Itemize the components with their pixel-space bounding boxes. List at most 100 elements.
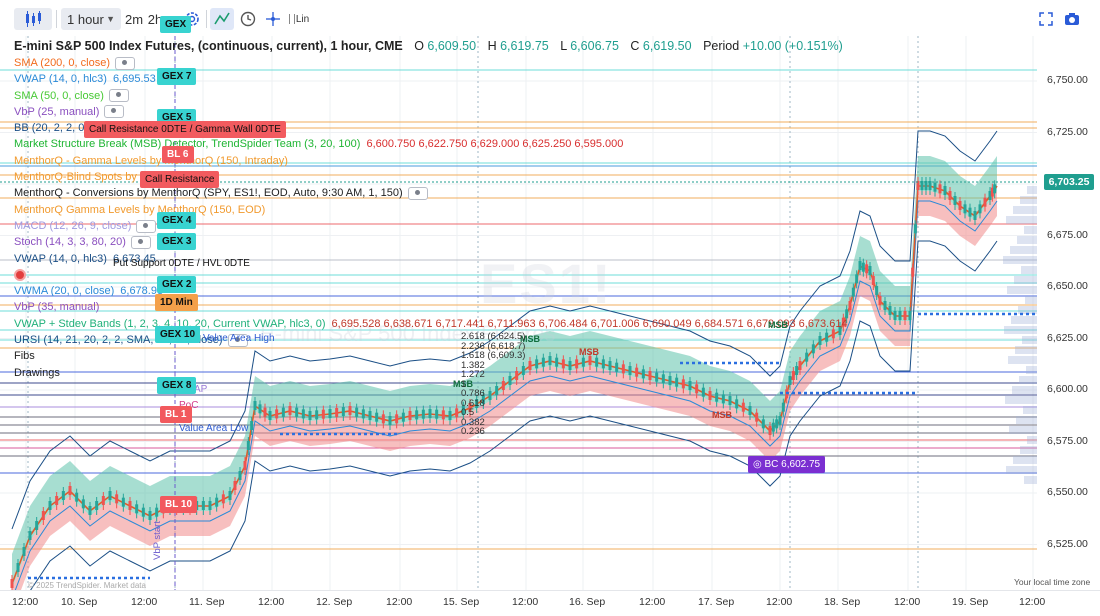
- visibility-eye-icon[interactable]: [104, 105, 125, 119]
- scale-lin-button[interactable]: Lin: [288, 8, 310, 30]
- candle-body: [888, 306, 892, 315]
- candle-body: [755, 412, 759, 422]
- volume-profile-bar: [1021, 266, 1037, 274]
- visibility-eye-icon[interactable]: [115, 56, 135, 70]
- candle-body: [208, 501, 212, 510]
- price-tick: 6,525.00: [1047, 537, 1088, 550]
- indicator-row[interactable]: VbP (25, manual): [14, 104, 848, 120]
- volume-profile-bar: [1027, 186, 1037, 194]
- candle-body: [963, 204, 967, 214]
- time-axis[interactable]: 12:00 10. Sep 12:00 11. Sep 12:00 12. Sep 12:0…: [0, 590, 1100, 616]
- candle-body: [421, 409, 425, 419]
- indicator-row[interactable]: SMA (50, 0, close): [14, 88, 848, 104]
- indicator-row[interactable]: VWAP (14, 0, hlc3) 6,695.53: [14, 71, 848, 87]
- candle-body: [81, 499, 85, 509]
- record-icon: [14, 268, 26, 281]
- timezone-label[interactable]: Your local time zone: [1014, 577, 1090, 587]
- indicator-row[interactable]: Market Structure Break (MSB) Detector, T…: [14, 136, 848, 152]
- candle-body: [321, 409, 325, 419]
- candle-body: [865, 264, 869, 274]
- candle-body: [875, 286, 879, 295]
- indicator-row[interactable]: SMA (200, 0, close): [14, 55, 848, 71]
- tag-gex-3[interactable]: GEX 3: [157, 233, 197, 250]
- tag-gex-4[interactable]: GEX 4: [157, 212, 197, 229]
- time-tick: 16. Sep: [569, 596, 606, 608]
- high-value: 6,619.75: [500, 39, 549, 53]
- tag-1d-min[interactable]: 1D Min: [155, 294, 198, 311]
- fullscreen-icon: [1039, 12, 1053, 26]
- indicator-name: MACD (12, 26, 9, close): [14, 219, 132, 232]
- indicator-row[interactable]: MACD (12, 26, 9, close): [14, 218, 848, 234]
- volume-profile-bar: [1026, 366, 1037, 374]
- volume-profile-bar: [1017, 236, 1037, 244]
- tag-gex-8[interactable]: GEX 8: [157, 377, 197, 394]
- tag-bl-6[interactable]: BL 6: [162, 146, 194, 163]
- candle-body: [115, 494, 119, 504]
- time-tick: 17. Sep: [698, 596, 735, 608]
- interval-2m-button[interactable]: 2m: [124, 8, 144, 30]
- visibility-eye-icon[interactable]: [130, 235, 151, 249]
- interval-dropdown[interactable]: 1 hour ▼: [61, 8, 121, 30]
- tag-call-res-gamma-wall[interactable]: Call Resistance 0DTE / Gamma Wall 0DTE: [84, 121, 286, 138]
- indicator-row[interactable]: VWMA (20, 0, close) 6,678.98: [14, 283, 848, 299]
- period-value: +10.00 (+0.151%): [742, 39, 843, 53]
- candle-body: [75, 492, 79, 502]
- snapshot-button[interactable]: [1061, 8, 1083, 30]
- candle-body: [435, 409, 439, 419]
- indicator-name: VWAP (14, 0, hlc3): [14, 252, 107, 265]
- indicator-row[interactable]: Fibs: [14, 348, 848, 364]
- tag-gex-top[interactable]: GEX: [160, 16, 192, 33]
- fullscreen-button[interactable]: [1036, 8, 1056, 30]
- indicator-row[interactable]: MenthorQ - Gamma Levels by MenthorQ (150…: [14, 153, 848, 169]
- tag-bl-1[interactable]: BL 1: [160, 406, 192, 423]
- visibility-eye-icon[interactable]: [407, 186, 428, 200]
- copyright-text: © 2025 TrendSpider. Market data: [28, 581, 146, 590]
- volume-profile-bar: [1024, 226, 1037, 234]
- candle-body: [361, 409, 365, 419]
- indicator-row[interactable]: MenthorQ - Conversions by MenthorQ (SPY,…: [14, 185, 848, 201]
- time-tick: 12:00: [131, 596, 158, 608]
- tag-gex-7[interactable]: GEX 7: [157, 68, 197, 85]
- indicator-mode-button[interactable]: [210, 8, 234, 30]
- candle-body: [715, 392, 719, 402]
- price-tick: 6,650.00: [1047, 280, 1088, 292]
- candle-body: [233, 481, 237, 490]
- candle-body: [221, 494, 225, 504]
- chart-type-button[interactable]: [14, 8, 52, 30]
- candle-body: [943, 186, 947, 195]
- visibility-eye-icon[interactable]: [108, 89, 129, 103]
- time-tick: 12:00: [386, 596, 413, 608]
- candle-body: [275, 409, 279, 419]
- replay-button[interactable]: [237, 8, 259, 30]
- price-axis[interactable]: 6,750.006,725.006,700.006,675.006,650.00…: [1037, 36, 1100, 590]
- time-tick: 12:00: [639, 596, 666, 608]
- volume-profile-bar: [1020, 446, 1037, 454]
- tag-call-res[interactable]: Call Resistance: [140, 171, 220, 188]
- indicator-row[interactable]: Stoch (14, 3, 3, 80, 20): [14, 234, 848, 250]
- candle-body: [148, 511, 152, 520]
- tag-gex-2[interactable]: GEX 2: [157, 276, 197, 293]
- indicator-row[interactable]: VWAP + Stdev Bands (1, 2, 3, 4, 10, 20, …: [14, 316, 848, 332]
- candle-body: [250, 421, 254, 430]
- candle-body: [408, 411, 412, 420]
- bc-badge[interactable]: ◎ BC 6,602.75: [748, 456, 826, 473]
- volume-profile-bar: [1022, 336, 1037, 344]
- tag-put-support[interactable]: Put Support 0DTE / HVL 0DTE: [108, 255, 255, 272]
- indicator-row[interactable]: URSI (14, 21, 20, 2, 2, SMA, 80, 20, clo…: [14, 332, 848, 348]
- candle-body: [61, 491, 65, 500]
- indicator-row[interactable]: Drawings: [14, 365, 848, 381]
- tag-bl-10[interactable]: BL 10: [160, 496, 198, 513]
- candle-body: [395, 414, 399, 424]
- low-value: 6,606.75: [570, 39, 619, 53]
- candle-body: [341, 407, 345, 416]
- indicator-row[interactable]: VbP (35, manual): [14, 299, 848, 315]
- candle-body: [335, 408, 339, 417]
- visibility-eye-icon[interactable]: [136, 219, 157, 233]
- tag-gex-10[interactable]: GEX 10: [155, 326, 201, 343]
- indicator-row[interactable]: MenthorQ Gamma Levels by MenthorQ (150, …: [14, 202, 848, 218]
- candle-body: [441, 410, 445, 420]
- crosshair-button[interactable]: [262, 8, 284, 30]
- price-tick: 6,750.00: [1047, 74, 1088, 86]
- candle-body: [695, 384, 699, 394]
- candle-body: [978, 204, 982, 214]
